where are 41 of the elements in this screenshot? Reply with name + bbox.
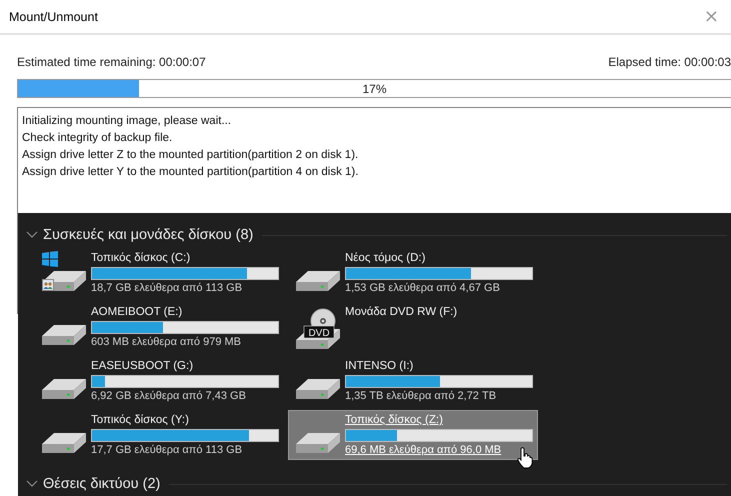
free-space-text: 69,6 MB ελεύθερα από 96,0 MB [345,443,502,458]
free-space-text: 1,53 GB ελεύθερα από 4,67 GB [345,281,501,296]
elapsed-time-text: Elapsed time: 00:00:03 [608,55,731,69]
drive-name: Τοπικός δίσκος (C:) [91,251,192,266]
free-space-text: 17,7 GB ελεύθερα από 113 GB [91,443,244,458]
drive-tile[interactable]: AOMEIBOOT (E:) 603 MB ελεύθερα από 979 MB [34,302,284,352]
drive-tile[interactable]: Τοπικός δίσκος (Y:) 17,7 GB ελεύθερα από 113 GB [34,410,284,460]
hard-drive-icon [42,378,86,400]
free-space-text: 603 MB ελεύθερα από 979 MB [91,335,242,350]
drive-name: INTENSO (I:) [345,359,414,374]
windows-logo-icon [42,251,58,267]
hard-drive-icon [42,324,86,346]
hard-drive-icon [296,432,340,454]
free-space-text: 18,7 GB ελεύθερα από 113 GB [91,281,244,296]
drive-name: Τοπικός δίσκος (Y:) [91,413,190,428]
progress-percent: 17% [362,82,387,96]
drive-name: AOMEIBOOT (E:) [91,305,184,320]
drive-tile[interactable]: EASEUSBOOT (G:) 6,92 GB ελεύθερα από 7,43 GB [34,356,284,406]
drive-tile[interactable]: INTENSO (I:) 1,35 TB ελεύθερα από 2,72 TB [288,356,538,406]
log-line: Initializing mounting image, please wait... [22,114,232,129]
drive-tile[interactable]: Νέος τόμος (D:) 1,53 GB ελεύθερα από 4,67 GB [288,248,538,298]
window-title: Mount/Unmount [9,10,98,24]
section-header[interactable]: Συσκευές και μονάδες δίσκου (8) [18,223,731,247]
hard-drive-icon [296,378,340,400]
section-header[interactable]: Θέσεις δικτύου (2) [18,472,731,496]
free-space-text: 6,92 GB ελεύθερα από 7,43 GB [91,389,247,404]
users-badge-icon [42,279,54,291]
drive-tile[interactable]: DVD Μονάδα DVD RW (F:) [288,302,538,352]
hard-drive-icon [296,270,340,292]
time-remaining-text: Estimated time remaining: 00:00:07 [17,55,206,69]
drive-name: Τοπικός δίσκος (Z:) [345,413,444,428]
drive-name: EASEUSBOOT (G:) [91,359,194,374]
log-line: Check integrity of backup file. [22,131,174,146]
log-line: Assign drive letter Y to the mounted partition(partition 4 on disk 1). [22,165,360,180]
log-line: Assign drive letter Z to the mounted partition(partition 2 on disk 1). [22,148,360,163]
drive-name: Μονάδα DVD RW (F:) [345,305,458,320]
drive-name: Νέος τόμος (D:) [345,251,426,266]
hard-drive-icon [42,432,86,454]
free-space-text: 1,35 TB ελεύθερα από 2,72 TB [345,389,498,404]
hand-cursor-icon [517,447,533,469]
drive-tile[interactable]: Τοπικός δίσκος (C:) 18,7 GB ελεύθερα από 113 GB [34,248,284,298]
